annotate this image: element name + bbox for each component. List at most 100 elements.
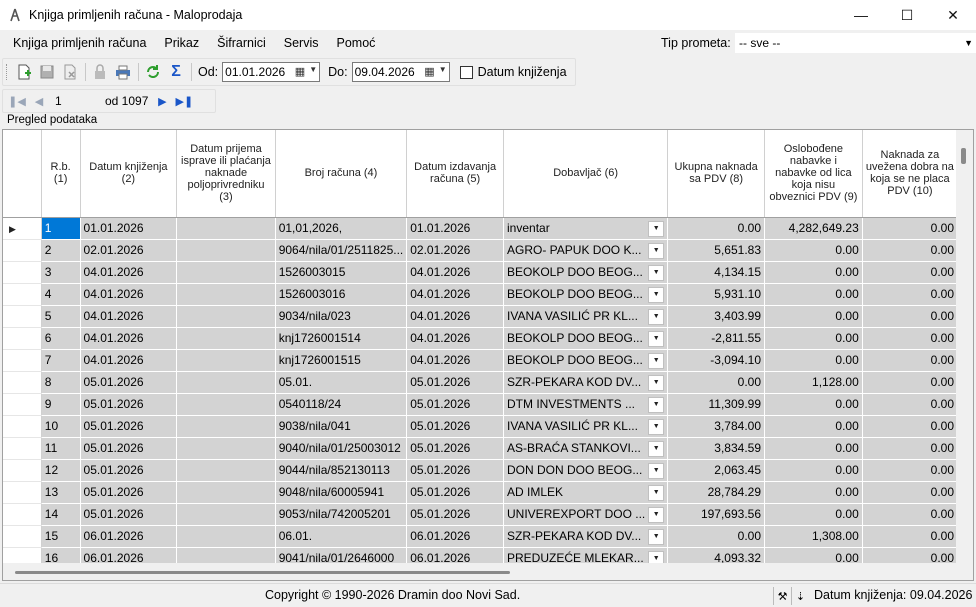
- cell-oslobodjene[interactable]: 0.00: [764, 327, 863, 350]
- cell-broj-racuna[interactable]: 1526003016: [275, 283, 408, 306]
- chevron-down-icon[interactable]: ▼: [309, 65, 317, 74]
- cell-datum-knjizenja[interactable]: 05.01.2026: [80, 415, 178, 438]
- column-header-uvezena-dobra[interactable]: Naknada za uvežena dobra na koja se ne p…: [862, 130, 958, 218]
- column-header-broj-racuna[interactable]: Broj računa (4): [275, 130, 408, 218]
- cell-dobavljac[interactable]: BEOKOLP DOO BEOG... ▼: [503, 261, 669, 284]
- close-icon[interactable]: ✕: [930, 0, 976, 30]
- menu-knjiga[interactable]: Knjiga primljenih računa: [4, 31, 155, 55]
- cell-oslobodjene[interactable]: 0.00: [764, 503, 863, 526]
- delete-icon[interactable]: [61, 63, 79, 81]
- datum-knjizenja-checkbox[interactable]: [459, 65, 473, 79]
- table-row[interactable]: 6 04.01.2026 knj1726001514 04.01.2026 BEOKOL…: [3, 327, 958, 350]
- row-header[interactable]: [3, 261, 42, 284]
- row-header[interactable]: [3, 525, 42, 548]
- cell-rb[interactable]: 5: [41, 305, 81, 328]
- cell-dobavljac[interactable]: DTM INVESTMENTS ... ▼: [503, 393, 669, 416]
- scrollbar-thumb[interactable]: [15, 571, 510, 574]
- cell-rb[interactable]: 7: [41, 349, 81, 372]
- od-date-picker[interactable]: 01.01.2026 ▦ ▼: [222, 62, 321, 82]
- chevron-down-icon[interactable]: ▼: [648, 374, 665, 391]
- row-header[interactable]: [3, 459, 42, 482]
- cell-datum-izdavanja[interactable]: 04.01.2026: [406, 327, 504, 350]
- column-header-ukupna-naknada[interactable]: Ukupna naknada sa PDV (8): [667, 130, 766, 218]
- row-header[interactable]: [3, 305, 42, 328]
- row-header[interactable]: [3, 437, 42, 460]
- cell-datum-prijema[interactable]: [176, 503, 276, 526]
- cell-dobavljac[interactable]: IVANA VASILIĆ PR KL... ▼: [503, 305, 669, 328]
- cell-ukupna-naknada[interactable]: -2,811.55: [667, 327, 766, 350]
- vertical-scrollbar[interactable]: [956, 130, 973, 564]
- row-header[interactable]: [3, 349, 42, 372]
- row-header[interactable]: [3, 481, 42, 504]
- scrollbar-thumb[interactable]: [961, 148, 966, 164]
- cell-rb[interactable]: 6: [41, 327, 81, 350]
- cell-oslobodjene[interactable]: 0.00: [764, 437, 863, 460]
- cell-rb[interactable]: 3: [41, 261, 81, 284]
- cell-oslobodjene[interactable]: 1,128.00: [764, 371, 863, 394]
- cell-ukupna-naknada[interactable]: 5,931.10: [667, 283, 766, 306]
- chevron-down-icon[interactable]: ▼: [439, 65, 447, 74]
- cell-oslobodjene[interactable]: 0.00: [764, 261, 863, 284]
- calendar-icon[interactable]: ▦: [424, 65, 434, 78]
- row-header[interactable]: [3, 503, 42, 526]
- table-row[interactable]: 5 04.01.2026 9034/nila/023 04.01.2026 IVANA …: [3, 305, 958, 328]
- cell-broj-racuna[interactable]: knj1726001515: [275, 349, 408, 372]
- cell-uvezena-dobra[interactable]: 0.00: [862, 525, 958, 548]
- cell-datum-knjizenja[interactable]: 05.01.2026: [80, 503, 178, 526]
- cell-datum-prijema[interactable]: [176, 349, 276, 372]
- row-header[interactable]: [3, 239, 42, 262]
- cell-datum-izdavanja[interactable]: 05.01.2026: [406, 437, 504, 460]
- menu-pomoc[interactable]: Pomoć: [328, 31, 385, 55]
- cell-oslobodjene[interactable]: 1,308.00: [764, 525, 863, 548]
- table-row[interactable]: 2 02.01.2026 9064/nila/01/2511825... 02.01.…: [3, 239, 958, 262]
- cell-datum-prijema[interactable]: [176, 371, 276, 394]
- horizontal-scrollbar[interactable]: [3, 563, 958, 580]
- cell-datum-knjizenja[interactable]: 01.01.2026: [80, 217, 178, 240]
- cell-uvezena-dobra[interactable]: 0.00: [862, 305, 958, 328]
- cell-uvezena-dobra[interactable]: 0.00: [862, 415, 958, 438]
- cell-datum-knjizenja[interactable]: 05.01.2026: [80, 371, 178, 394]
- cell-datum-prijema[interactable]: [176, 327, 276, 350]
- cell-broj-racuna[interactable]: 1526003015: [275, 261, 408, 284]
- row-header[interactable]: ▶: [3, 217, 42, 240]
- cell-dobavljac[interactable]: UNIVEREXPORT DOO ... ▼: [503, 503, 669, 526]
- cell-datum-izdavanja[interactable]: 02.01.2026: [406, 239, 504, 262]
- cell-datum-izdavanja[interactable]: 05.01.2026: [406, 481, 504, 504]
- cell-datum-knjizenja[interactable]: 04.01.2026: [80, 283, 178, 306]
- cell-oslobodjene[interactable]: 0.00: [764, 349, 863, 372]
- cell-datum-prijema[interactable]: [176, 217, 276, 240]
- table-row[interactable]: ▶ 1 01.01.2026 01,01,2026, 01.01.2026 inventa…: [3, 217, 958, 240]
- cell-datum-prijema[interactable]: [176, 393, 276, 416]
- minimize-icon[interactable]: —: [838, 0, 884, 30]
- chevron-down-icon[interactable]: ▼: [648, 484, 665, 501]
- cell-datum-prijema[interactable]: [176, 481, 276, 504]
- cell-uvezena-dobra[interactable]: 0.00: [862, 503, 958, 526]
- first-record-icon[interactable]: ❚◀: [8, 93, 26, 109]
- cell-dobavljac[interactable]: AD IMLEK ▼: [503, 481, 669, 504]
- cell-datum-izdavanja[interactable]: 04.01.2026: [406, 305, 504, 328]
- cell-uvezena-dobra[interactable]: 0.00: [862, 349, 958, 372]
- chevron-down-icon[interactable]: ▼: [648, 330, 665, 347]
- toolbar-grip[interactable]: [6, 64, 10, 80]
- table-row[interactable]: 14 05.01.2026 9053/nila/742005201 05.01.202…: [3, 503, 958, 526]
- row-header[interactable]: [3, 327, 42, 350]
- cell-oslobodjene[interactable]: 0.00: [764, 481, 863, 504]
- table-row[interactable]: 8 05.01.2026 05.01. 05.01.2026 SZR-PEKARA KO…: [3, 371, 958, 394]
- chevron-down-icon[interactable]: ▼: [648, 220, 665, 237]
- cell-broj-racuna[interactable]: 06.01.: [275, 525, 408, 548]
- cell-datum-prijema[interactable]: [176, 239, 276, 262]
- tip-prometa-select[interactable]: -- sve -- ▼: [735, 33, 976, 53]
- cell-datum-izdavanja[interactable]: 06.01.2026: [406, 547, 504, 564]
- cell-ukupna-naknada[interactable]: 28,784.29: [667, 481, 766, 504]
- cell-ukupna-naknada[interactable]: 0.00: [667, 217, 766, 240]
- table-row[interactable]: 7 04.01.2026 knj1726001515 04.01.2026 BEOKOL…: [3, 349, 958, 372]
- cell-uvezena-dobra[interactable]: 0.00: [862, 261, 958, 284]
- cell-dobavljac[interactable]: BEOKOLP DOO BEOG... ▼: [503, 349, 669, 372]
- cell-uvezena-dobra[interactable]: 0.00: [862, 327, 958, 350]
- chevron-down-icon[interactable]: ▼: [648, 550, 665, 564]
- tools-icon[interactable]: ⚒: [773, 587, 791, 605]
- cell-rb[interactable]: 8: [41, 371, 81, 394]
- cell-datum-izdavanja[interactable]: 04.01.2026: [406, 349, 504, 372]
- chevron-down-icon[interactable]: ▼: [648, 308, 665, 325]
- cell-ukupna-naknada[interactable]: 11,309.99: [667, 393, 766, 416]
